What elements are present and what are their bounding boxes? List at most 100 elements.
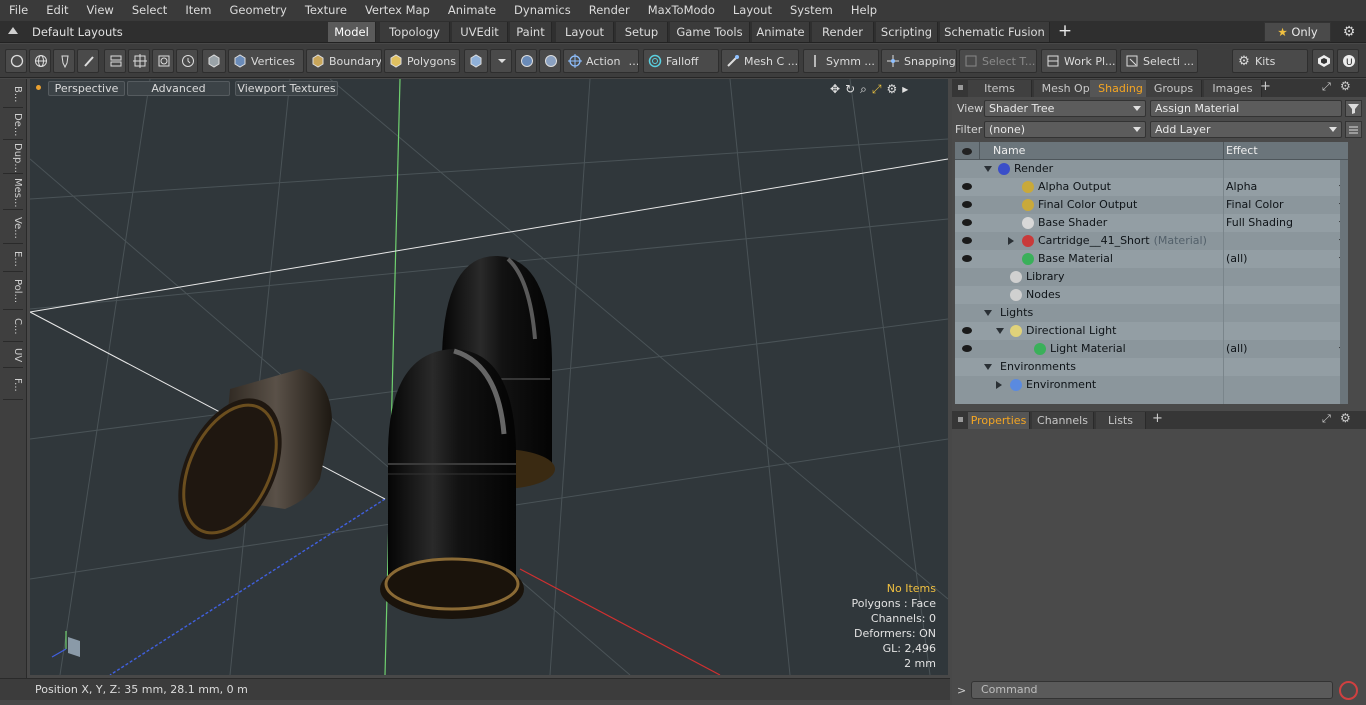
align-tool-button[interactable] xyxy=(104,49,126,73)
panel-tab-groups[interactable]: Groups xyxy=(1146,80,1202,97)
record-macro-icon[interactable] xyxy=(1339,681,1358,700)
rotate-view-icon[interactable]: ↻ xyxy=(845,81,855,97)
layout-tab-topology[interactable]: Topology xyxy=(380,22,450,42)
left-tool-4[interactable]: Ve... xyxy=(3,212,23,244)
tree-row[interactable]: Final Color Output Final Color xyxy=(955,196,1348,214)
eye-icon[interactable] xyxy=(962,237,972,244)
panel-gear-icon[interactable]: ⚙ xyxy=(1340,79,1351,93)
mode-dropdown-button[interactable] xyxy=(490,49,512,73)
collapse-arrow-icon[interactable] xyxy=(984,166,992,172)
tree-row[interactable]: Lights xyxy=(955,304,1348,322)
layout-selector[interactable]: Default Layouts xyxy=(32,22,132,55)
left-tool-5[interactable]: E... xyxy=(3,246,23,272)
tree-row[interactable]: Environment xyxy=(955,376,1348,394)
tree-row[interactable]: Render xyxy=(955,160,1348,178)
unreal-button[interactable]: U xyxy=(1337,49,1359,73)
tree-row-effect[interactable]: Alpha xyxy=(1226,178,1257,196)
vertices-button[interactable]: Vertices xyxy=(228,49,304,73)
tree-row[interactable]: Base Shader Full Shading xyxy=(955,214,1348,232)
add-layer-dropdown[interactable]: Add Layer xyxy=(1150,121,1342,138)
tree-row[interactable]: Nodes xyxy=(955,286,1348,304)
props-expand-icon[interactable]: ⤢ xyxy=(1322,412,1331,426)
layout-tab-uvedit[interactable]: UVEdit xyxy=(452,22,508,42)
3d-viewport[interactable]: Perspective Advanced Viewport Textures ✥… xyxy=(30,79,948,675)
left-tool-6[interactable]: Pol... xyxy=(3,274,23,310)
tree-row[interactable]: Environments xyxy=(955,358,1348,376)
left-tool-7[interactable]: C... xyxy=(3,312,23,342)
filter-funnel-button[interactable] xyxy=(1345,100,1362,117)
menu-item-help[interactable]: Help xyxy=(842,0,886,21)
panel-tab-images[interactable]: Images xyxy=(1204,80,1262,97)
viewport-gear-icon[interactable]: ⚙ xyxy=(886,81,897,97)
expand-arrow-icon[interactable] xyxy=(996,381,1002,389)
panel-tab-channels[interactable]: Channels xyxy=(1032,412,1094,429)
action-center-button[interactable]: Action… xyxy=(563,49,639,73)
add-tab-icon[interactable]: + xyxy=(1057,23,1073,41)
eye-icon[interactable] xyxy=(962,345,972,352)
symmetry-y-button[interactable] xyxy=(539,49,561,73)
menu-item-file[interactable]: File xyxy=(0,0,37,21)
eye-icon[interactable] xyxy=(962,201,972,208)
unity-button[interactable] xyxy=(1312,49,1334,73)
menu-item-select[interactable]: Select xyxy=(123,0,176,21)
mesh-constraint-button[interactable]: Mesh C ... xyxy=(721,49,799,73)
zoom-view-icon[interactable]: ⌕ xyxy=(860,81,867,97)
menu-item-geometry[interactable]: Geometry xyxy=(221,0,296,21)
view-dropdown[interactable]: Shader Tree xyxy=(984,100,1146,117)
layout-tab-paint[interactable]: Paint xyxy=(510,22,552,42)
eye-icon[interactable] xyxy=(962,327,972,334)
menu-item-texture[interactable]: Texture xyxy=(296,0,356,21)
menu-item-maxtomodo[interactable]: MaxToModo xyxy=(639,0,724,21)
filter-dropdown[interactable]: (none) xyxy=(984,121,1146,138)
menu-item-animate[interactable]: Animate xyxy=(439,0,505,21)
expand-arrow-icon[interactable] xyxy=(1008,237,1014,245)
item-mode-button[interactable] xyxy=(202,49,226,73)
collapse-arrow-icon[interactable] xyxy=(984,310,992,316)
gear-icon[interactable]: ⚙ xyxy=(1341,22,1357,42)
tree-row[interactable]: Alpha Output Alpha xyxy=(955,178,1348,196)
left-tool-3[interactable]: Mes... xyxy=(3,176,23,210)
boundary-button[interactable]: Boundary xyxy=(306,49,382,73)
layout-tab-render[interactable]: Render xyxy=(812,22,874,42)
pen-tool-button[interactable] xyxy=(53,49,75,73)
tree-row[interactable]: Cartridge__41_Short (Material) xyxy=(955,232,1348,250)
panel-tab-items[interactable]: Items xyxy=(968,80,1032,97)
panel-tab-properties[interactable]: Properties xyxy=(968,412,1030,429)
panel-tab-lists[interactable]: Lists xyxy=(1096,412,1146,429)
selection-sets-button[interactable]: Selecti ... xyxy=(1120,49,1198,73)
move-view-icon[interactable]: ✥ xyxy=(830,81,840,97)
cartridge-front[interactable] xyxy=(380,348,524,619)
polygons-button[interactable]: Polygons xyxy=(384,49,460,73)
tree-row-effect[interactable]: Full Shading xyxy=(1226,214,1293,232)
tree-row[interactable]: Directional Light xyxy=(955,322,1348,340)
panel-tab-shading[interactable]: Shading xyxy=(1090,80,1152,97)
tree-row[interactable]: Light Material (all) xyxy=(955,340,1348,358)
menu-item-item[interactable]: Item xyxy=(176,0,220,21)
advanced-button[interactable]: Advanced xyxy=(127,81,230,96)
select-through-button[interactable]: Select T... xyxy=(959,49,1037,73)
tree-row[interactable]: Base Material (all) xyxy=(955,250,1348,268)
layout-tab-model[interactable]: Model xyxy=(328,22,376,42)
center-tool-button[interactable] xyxy=(128,49,150,73)
layout-tab-layout[interactable]: Layout xyxy=(556,22,614,42)
left-tool-9[interactable]: F... xyxy=(3,370,23,400)
menu-item-render[interactable]: Render xyxy=(580,0,639,21)
symmetry-button[interactable]: Symm ... xyxy=(803,49,879,73)
viewport-menu-icon[interactable]: ▸ xyxy=(902,81,908,97)
tree-options-button[interactable] xyxy=(1345,121,1362,138)
menu-item-edit[interactable]: Edit xyxy=(37,0,77,21)
tree-row-effect[interactable]: Final Color xyxy=(1226,196,1284,214)
select-circle-button[interactable] xyxy=(5,49,27,73)
panel-expand-icon[interactable]: ⤢ xyxy=(1322,80,1331,94)
snapping-button[interactable]: Snapping xyxy=(881,49,957,73)
work-plane-button[interactable]: Work Pl... xyxy=(1041,49,1117,73)
falloff-button[interactable]: Falloff xyxy=(643,49,719,73)
collapse-arrow-icon[interactable] xyxy=(996,328,1004,334)
menu-item-dynamics[interactable]: Dynamics xyxy=(505,0,580,21)
add-panel-tab-icon[interactable]: + xyxy=(1260,79,1271,94)
collapse-arrow-icon[interactable] xyxy=(984,364,992,370)
only-toggle[interactable]: ★ Only xyxy=(1264,22,1331,42)
brush-tool-button[interactable] xyxy=(77,49,99,73)
frame-tool-button[interactable] xyxy=(152,49,174,73)
command-input[interactable]: Command xyxy=(971,681,1333,699)
